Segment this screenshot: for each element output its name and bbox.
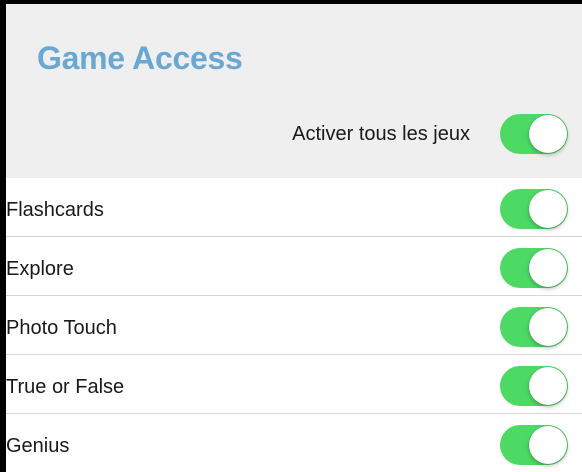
true-or-false-toggle[interactable] [500, 366, 568, 406]
list-item-photo-touch: Photo Touch [6, 296, 582, 355]
toggle-knob [529, 115, 567, 153]
flashcards-toggle[interactable] [500, 189, 568, 229]
game-label: Photo Touch [6, 317, 117, 339]
page-title: Game Access [37, 40, 243, 76]
toggle-knob [529, 308, 567, 346]
toggle-knob [529, 249, 567, 287]
game-list: Flashcards Explore Photo Touch True or F… [6, 178, 582, 472]
explore-toggle[interactable] [500, 248, 568, 288]
list-item-flashcards: Flashcards [6, 178, 582, 237]
toggle-knob [529, 190, 567, 228]
game-label: Explore [6, 258, 74, 280]
enable-all-games-label: Activer tous les jeux [292, 123, 470, 145]
genius-toggle[interactable] [500, 425, 568, 465]
list-item-genius: Genius [6, 414, 582, 472]
game-access-panel: Game Access Activer tous les jeux Flashc… [6, 4, 582, 472]
list-item-explore: Explore [6, 237, 582, 296]
game-label: True or False [6, 376, 125, 398]
toggle-knob [529, 367, 567, 405]
game-label: Flashcards [6, 199, 104, 221]
list-item-true-or-false: True or False [6, 355, 582, 414]
toggle-knob [529, 426, 567, 464]
enable-all-games-toggle[interactable] [500, 114, 568, 154]
header: Game Access Activer tous les jeux [6, 4, 582, 178]
game-label: Genius [6, 435, 70, 457]
photo-touch-toggle[interactable] [500, 307, 568, 347]
